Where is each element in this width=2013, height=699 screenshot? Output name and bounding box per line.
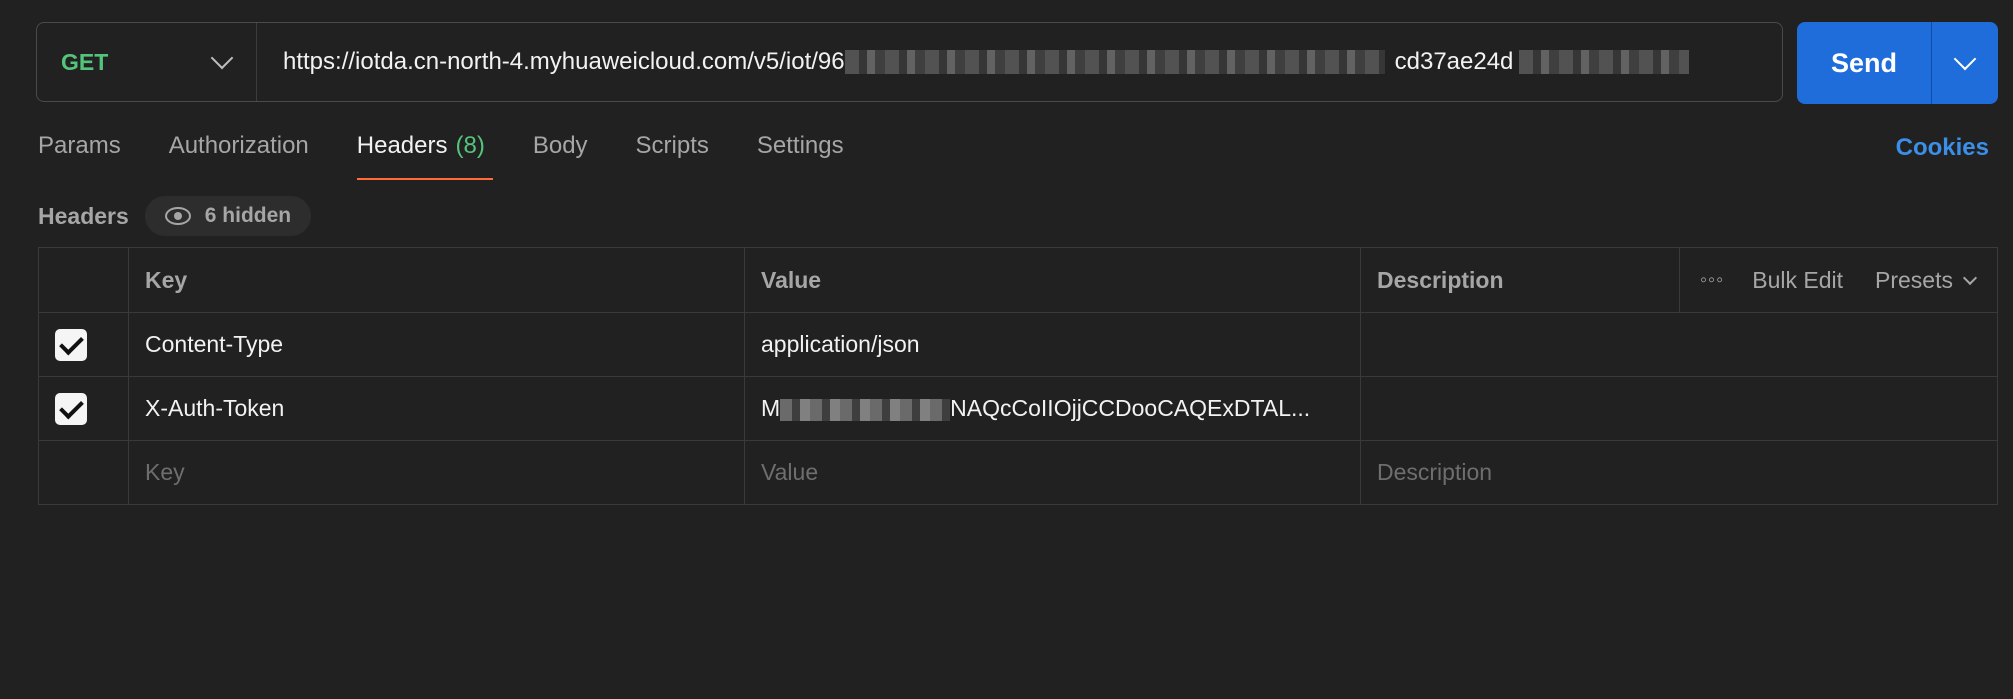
send-button-group: Send bbox=[1797, 22, 1998, 104]
request-tabs: Params Authorization Headers (8) Body Scr… bbox=[38, 132, 892, 180]
table-row: Content-Type application/json bbox=[38, 312, 1998, 377]
url-input[interactable]: https://iotda.cn-north-4.myhuaweicloud.c… bbox=[257, 23, 1782, 101]
url-text-end: cd37ae24d bbox=[1394, 48, 1514, 75]
tab-settings[interactable]: Settings bbox=[757, 132, 844, 180]
row-checkbox-cell bbox=[38, 376, 129, 441]
tab-label: Headers bbox=[356, 132, 448, 159]
tab-params[interactable]: Params bbox=[38, 132, 121, 180]
table-row-empty: Key Value Description bbox=[38, 440, 1998, 505]
method-selector[interactable]: GET bbox=[37, 23, 257, 101]
url-redacted-block bbox=[1519, 50, 1690, 74]
key-cell[interactable]: Content-Type bbox=[128, 312, 745, 377]
url-text-start: https://iotda.cn-north-4.myhuaweicloud.c… bbox=[283, 48, 845, 75]
presets-dropdown[interactable]: Presets bbox=[1875, 266, 1978, 294]
tab-label: Settings bbox=[756, 132, 844, 159]
eye-icon bbox=[164, 207, 191, 225]
hidden-count-label: 6 hidden bbox=[204, 204, 292, 227]
tab-authorization[interactable]: Authorization bbox=[169, 132, 309, 180]
presets-label: Presets bbox=[1875, 266, 1953, 293]
tab-scripts[interactable]: Scripts bbox=[636, 132, 709, 180]
tab-label: Scripts bbox=[635, 132, 709, 159]
checkbox-column-header bbox=[38, 247, 129, 313]
tab-headers[interactable]: Headers (8) bbox=[356, 132, 493, 180]
chevron-down-icon bbox=[1962, 270, 1978, 285]
hidden-headers-toggle[interactable]: 6 hidden bbox=[144, 196, 312, 236]
value-placeholder[interactable]: Value bbox=[744, 440, 1361, 505]
row-checkbox[interactable] bbox=[55, 392, 87, 425]
tab-body[interactable]: Body bbox=[533, 132, 588, 180]
description-column-label: Description bbox=[1377, 266, 1504, 293]
description-cell[interactable] bbox=[1360, 312, 1998, 377]
cookies-link[interactable]: Cookies bbox=[1896, 134, 1989, 162]
tab-label: Authorization bbox=[168, 132, 309, 159]
send-button[interactable]: Send bbox=[1797, 22, 1931, 104]
value-column-header: Value bbox=[744, 247, 1361, 313]
row-checkbox-cell bbox=[38, 440, 129, 505]
headers-section-title: Headers bbox=[38, 202, 129, 229]
description-column-header: Description ◦◦◦ Bulk Edit Presets bbox=[1360, 247, 1998, 313]
chevron-down-icon bbox=[210, 46, 234, 70]
key-column-header: Key bbox=[128, 247, 745, 313]
request-url-bar: GET https://iotda.cn-north-4.myhuaweiclo… bbox=[36, 22, 1783, 102]
description-cell[interactable] bbox=[1360, 376, 1998, 441]
value-cell[interactable]: application/json bbox=[744, 312, 1361, 377]
method-label: GET bbox=[61, 48, 109, 75]
description-placeholder[interactable]: Description bbox=[1360, 440, 1998, 505]
url-redacted-block bbox=[844, 50, 1385, 74]
table-header-row: Key Value Description ◦◦◦ Bulk Edit Pres… bbox=[38, 247, 1998, 313]
token-redacted-block bbox=[780, 398, 951, 421]
tab-label: Params bbox=[38, 132, 121, 159]
row-checkbox-cell bbox=[38, 312, 129, 377]
key-cell[interactable]: X-Auth-Token bbox=[128, 376, 745, 441]
tab-label: Body bbox=[532, 132, 588, 159]
table-row: X-Auth-Token M NAQcCoIIOjjCCDooCAQExDTAL.… bbox=[38, 376, 1998, 441]
bulk-edit-button[interactable]: Bulk Edit bbox=[1752, 267, 1843, 294]
key-placeholder[interactable]: Key bbox=[128, 440, 745, 505]
divider bbox=[1678, 248, 1680, 312]
more-options-icon[interactable]: ◦◦◦ bbox=[1700, 269, 1724, 292]
value-cell[interactable]: M NAQcCoIIOjjCCDooCAQExDTAL... bbox=[744, 376, 1361, 441]
row-checkbox[interactable] bbox=[55, 328, 87, 361]
headers-subheader: Headers 6 hidden bbox=[38, 196, 312, 236]
headers-table: Key Value Description ◦◦◦ Bulk Edit Pres… bbox=[38, 247, 1998, 505]
send-options-button[interactable] bbox=[1931, 22, 1998, 104]
token-text-start: M bbox=[761, 395, 781, 421]
headers-count-badge: (8) bbox=[455, 132, 485, 159]
chevron-down-icon bbox=[1953, 47, 1977, 71]
token-text-end: NAQcCoIIOjjCCDooCAQExDTAL... bbox=[950, 395, 1311, 421]
